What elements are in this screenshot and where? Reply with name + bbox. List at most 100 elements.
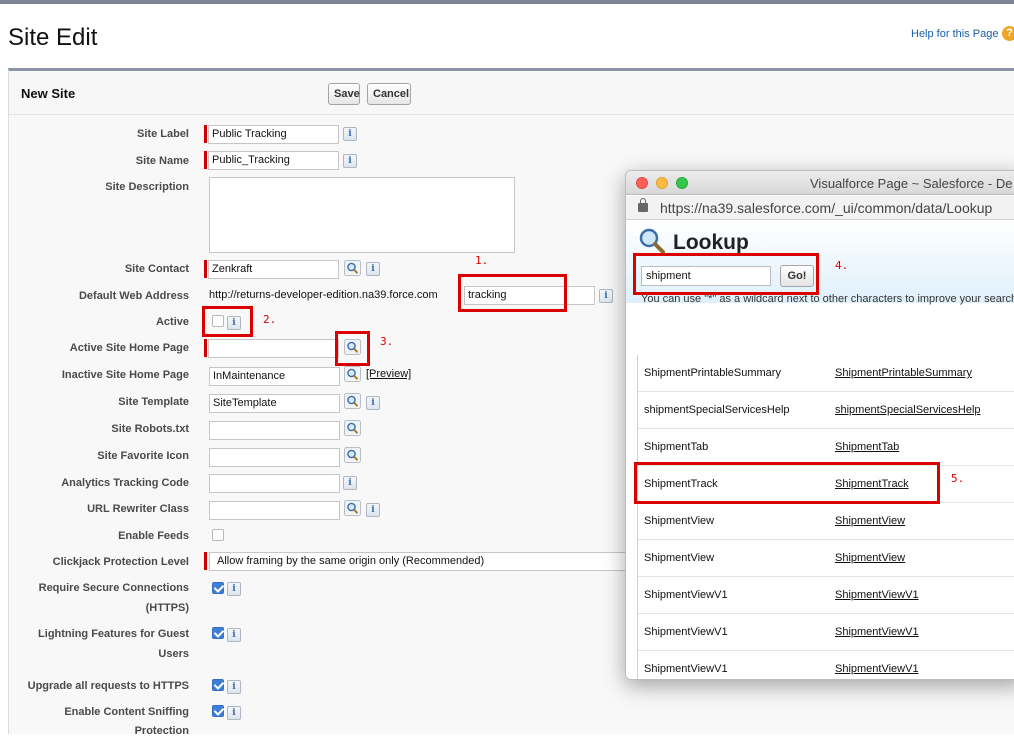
lookup-icon[interactable] xyxy=(344,260,361,276)
lookup-icon[interactable] xyxy=(344,393,361,409)
annotation-box xyxy=(335,331,370,366)
site-template-input[interactable]: SiteTemplate xyxy=(209,394,340,413)
required-marker xyxy=(204,552,207,570)
favicon-label: Site Favorite Icon xyxy=(97,450,189,462)
annotation-box xyxy=(458,274,567,312)
annotation-box xyxy=(634,462,940,504)
info-icon[interactable]: i xyxy=(227,582,241,596)
site-template-label: Site Template xyxy=(118,396,189,408)
required-marker xyxy=(204,125,207,143)
site-label-input[interactable]: Public Tracking xyxy=(208,125,339,144)
site-description-textarea[interactable] xyxy=(209,177,515,253)
upgrade-https-label: Upgrade all requests to HTTPS xyxy=(27,680,189,692)
content-sniffing-label: Enable Content Sniffing xyxy=(64,706,189,718)
info-icon[interactable]: i xyxy=(227,680,241,694)
question-icon[interactable]: ? xyxy=(1002,26,1014,41)
minimize-window-button[interactable] xyxy=(656,177,668,189)
popup-titlebar: Visualforce Page ~ Salesforce - De xyxy=(626,171,1014,195)
secure-connections-label-2: (HTTPS) xyxy=(145,602,189,614)
active-home-input[interactable] xyxy=(208,339,339,358)
required-marker xyxy=(204,151,207,169)
site-contact-input[interactable]: Zenkraft xyxy=(208,260,339,279)
panel-header: New Site Save Cancel xyxy=(9,71,1014,115)
info-icon[interactable]: i xyxy=(366,503,380,517)
lookup-heading: Lookup xyxy=(673,231,749,254)
lightning-label: Lightning Features for Guest xyxy=(38,628,189,640)
info-icon[interactable]: i xyxy=(227,628,241,642)
result-link[interactable]: ShipmentPrintableSummary xyxy=(835,367,972,379)
result-link[interactable]: ShipmentViewV1 xyxy=(835,626,919,638)
enable-feeds-label: Enable Feeds xyxy=(118,530,189,542)
lock-icon xyxy=(638,198,648,212)
annotation-box xyxy=(633,253,819,295)
result-link[interactable]: ShipmentView xyxy=(835,552,905,564)
section-title: New Site xyxy=(21,86,76,101)
table-row: ShipmentView ShipmentView xyxy=(638,540,1014,577)
result-link[interactable]: ShipmentViewV1 xyxy=(835,663,919,675)
result-name: ShipmentView xyxy=(644,552,715,564)
content-sniffing-label-2: Protection xyxy=(134,725,189,737)
annotation-box xyxy=(202,306,253,337)
annotation-label: 3. xyxy=(380,335,394,348)
clickjack-select[interactable]: Allow framing by the same origin only (R… xyxy=(209,552,627,571)
active-home-label: Active Site Home Page xyxy=(69,342,189,354)
result-name: shipmentSpecialServicesHelp xyxy=(644,404,790,416)
required-marker xyxy=(204,260,207,278)
upgrade-https-checkbox[interactable] xyxy=(212,679,224,691)
help-link[interactable]: Help for this Page xyxy=(911,28,998,40)
result-name: ShipmentViewV1 xyxy=(644,589,728,601)
info-icon[interactable]: i xyxy=(366,396,380,410)
table-row: ShipmentTab ShipmentTab xyxy=(638,429,1014,466)
secure-connections-checkbox[interactable] xyxy=(212,582,224,594)
result-link[interactable]: ShipmentViewV1 xyxy=(835,589,919,601)
inactive-home-label: Inactive Site Home Page xyxy=(61,369,189,381)
table-row: ShipmentPrintableSummary ShipmentPrintabl… xyxy=(638,355,1014,392)
result-name: ShipmentViewV1 xyxy=(644,663,728,675)
page-title: Site Edit xyxy=(8,24,98,51)
info-icon[interactable]: i xyxy=(366,262,380,276)
robots-input[interactable] xyxy=(209,421,340,440)
result-name: ShipmentTab xyxy=(644,441,709,453)
url-rewriter-label: URL Rewriter Class xyxy=(87,503,189,515)
table-row: ShipmentView ShipmentView xyxy=(638,503,1014,540)
result-link[interactable]: ShipmentTab xyxy=(835,441,899,453)
analytics-input[interactable] xyxy=(209,474,340,493)
info-icon[interactable]: i xyxy=(343,127,357,141)
site-name-input[interactable]: Public_Tracking xyxy=(208,151,339,170)
enable-feeds-checkbox[interactable] xyxy=(212,529,224,541)
robots-label: Site Robots.txt xyxy=(111,423,189,435)
inactive-home-input[interactable]: InMaintenance xyxy=(209,367,340,386)
preview-link[interactable]: [Preview] xyxy=(366,368,411,380)
lookup-icon[interactable] xyxy=(344,420,361,436)
table-row: shipmentSpecialServicesHelp shipmentSpeci… xyxy=(638,392,1014,429)
lookup-icon[interactable] xyxy=(344,447,361,463)
content-sniffing-checkbox[interactable] xyxy=(212,705,224,717)
result-name: ShipmentPrintableSummary xyxy=(644,367,781,379)
active-label: Active xyxy=(155,316,189,328)
url-rewriter-input[interactable] xyxy=(209,501,340,520)
favicon-input[interactable] xyxy=(209,448,340,467)
popup-url-bar[interactable]: https://na39.salesforce.com/_ui/common/d… xyxy=(626,196,1014,220)
lookup-icon[interactable] xyxy=(344,500,361,516)
info-icon[interactable]: i xyxy=(227,706,241,720)
table-row: ShipmentViewV1 ShipmentViewV1 xyxy=(638,614,1014,651)
magnifier-icon xyxy=(639,228,665,254)
cancel-button[interactable]: Cancel xyxy=(367,83,411,105)
maximize-window-button[interactable] xyxy=(676,177,688,189)
result-link[interactable]: ShipmentView xyxy=(835,515,905,527)
lookup-popup-window: Visualforce Page ~ Salesforce - De https… xyxy=(625,170,1014,680)
info-icon[interactable]: i xyxy=(343,154,357,168)
info-icon[interactable]: i xyxy=(599,289,613,303)
lightning-label-2: Users xyxy=(158,648,189,660)
lookup-icon[interactable] xyxy=(344,366,361,382)
annotation-label: 4. xyxy=(835,259,849,272)
info-icon[interactable]: i xyxy=(343,476,357,490)
save-button[interactable]: Save xyxy=(328,83,360,105)
result-link[interactable]: shipmentSpecialServicesHelp xyxy=(835,404,981,416)
close-window-button[interactable] xyxy=(636,177,648,189)
lightning-checkbox[interactable] xyxy=(212,627,224,639)
table-row: ShipmentViewV1 ShipmentViewV1 xyxy=(638,577,1014,614)
popup-window-title: Visualforce Page ~ Salesforce - De xyxy=(810,176,1013,191)
popup-url[interactable]: https://na39.salesforce.com/_ui/common/d… xyxy=(660,200,992,216)
annotation-label: 2. xyxy=(263,313,277,326)
